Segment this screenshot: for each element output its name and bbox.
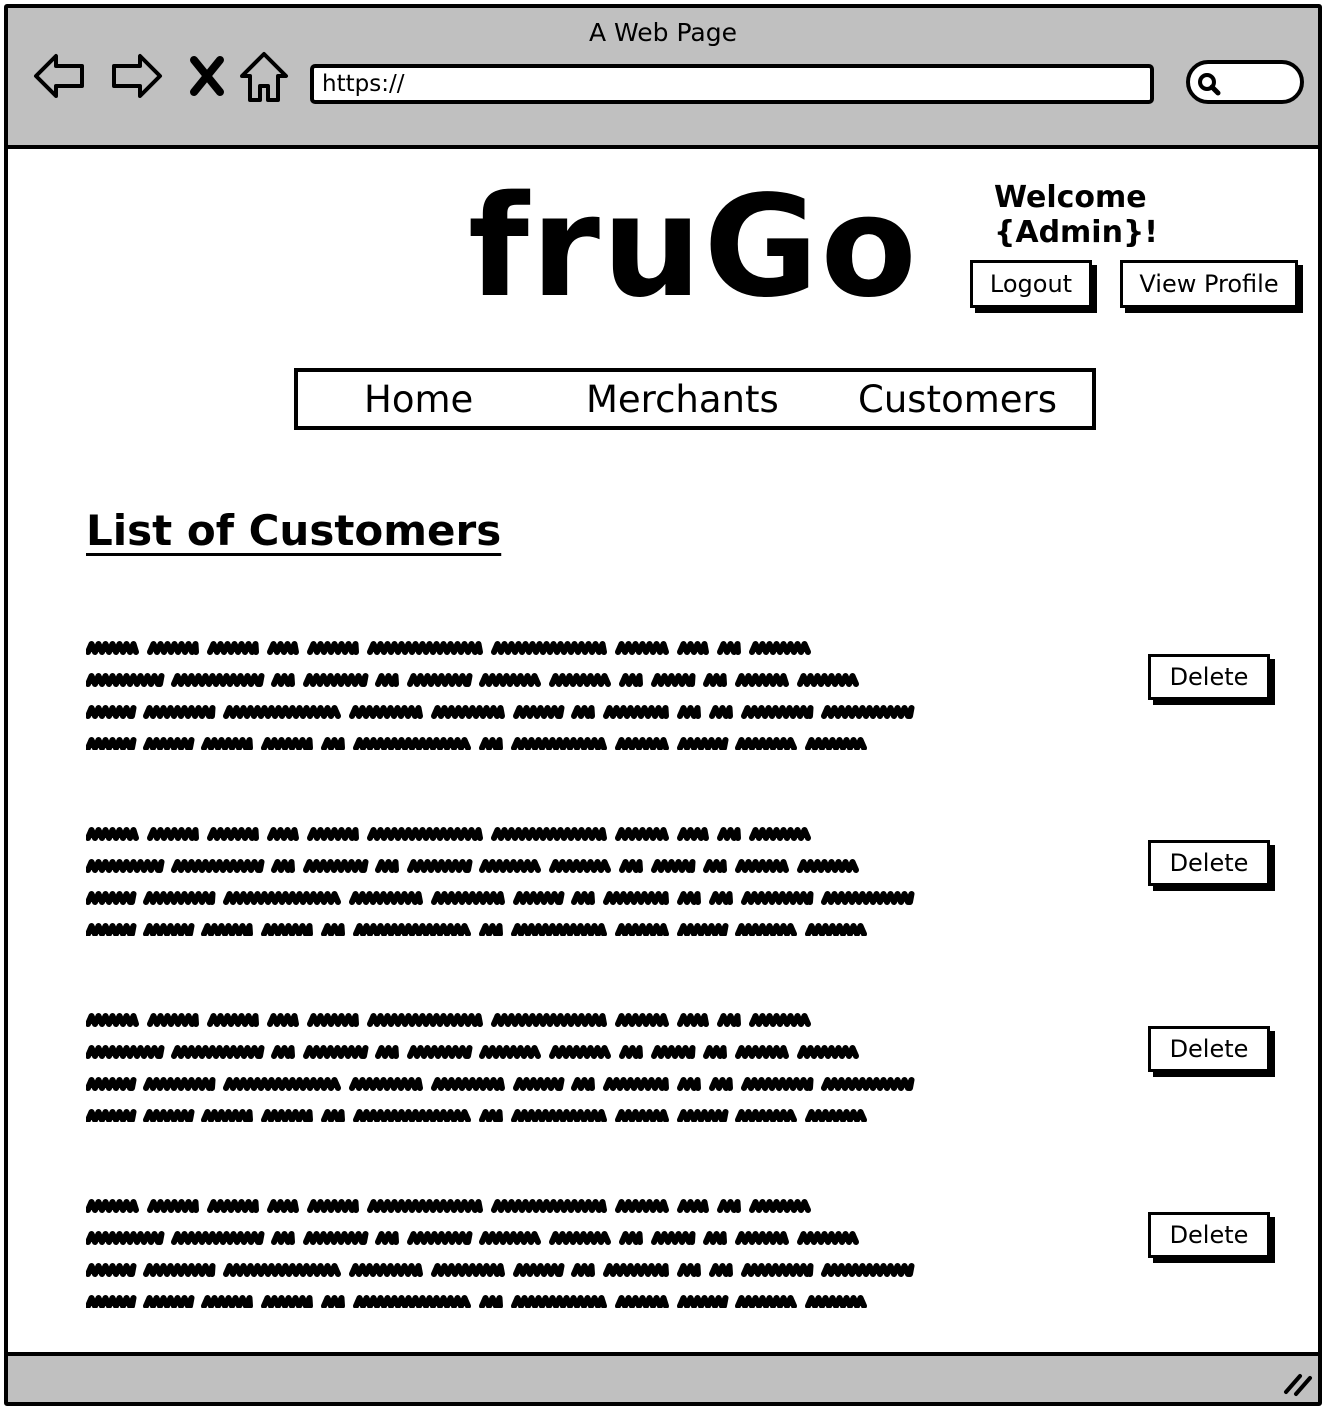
forward-arrow-icon[interactable]: [108, 48, 164, 104]
page-title: List of Customers: [86, 506, 502, 555]
back-arrow-icon[interactable]: [32, 48, 88, 104]
delete-button[interactable]: Delete: [1148, 654, 1270, 700]
customer-row: Delete: [86, 1188, 1286, 1318]
placeholder-text-block: [86, 641, 915, 750]
close-icon[interactable]: [180, 48, 236, 104]
placeholder-text-block: [86, 1199, 915, 1308]
window-title: A Web Page: [588, 18, 738, 47]
browser-window: A Web Page https:// fruGo Welcome {Admin…: [4, 4, 1322, 1406]
nav-item-merchants[interactable]: Merchants: [586, 376, 779, 424]
home-icon[interactable]: [236, 48, 292, 104]
main-nav: Home Merchants Customers: [294, 368, 1096, 430]
status-bar: [8, 1352, 1318, 1402]
delete-button[interactable]: Delete: [1148, 840, 1270, 886]
nav-item-home[interactable]: Home: [364, 376, 473, 424]
search-icon: [1198, 73, 1221, 96]
nav-item-customers[interactable]: Customers: [858, 376, 1057, 424]
customer-row: Delete: [86, 1002, 1286, 1132]
delete-button[interactable]: Delete: [1148, 1212, 1270, 1258]
placeholder-text-block: [86, 827, 915, 936]
browser-search-field[interactable]: [1186, 60, 1304, 104]
logout-button[interactable]: Logout: [970, 260, 1092, 308]
customer-row: Delete: [86, 630, 1286, 760]
view-profile-button[interactable]: View Profile: [1120, 260, 1298, 308]
delete-button[interactable]: Delete: [1148, 1026, 1270, 1072]
customer-row: Delete: [86, 816, 1286, 946]
resize-grip-icon[interactable]: [1280, 1368, 1314, 1398]
placeholder-text-block: [86, 1013, 915, 1122]
site-logo[interactable]: fruGo: [468, 178, 919, 318]
welcome-message: Welcome {Admin}!: [994, 180, 1158, 250]
url-input[interactable]: https://: [310, 64, 1154, 104]
browser-toolbar: A Web Page https://: [8, 8, 1318, 149]
